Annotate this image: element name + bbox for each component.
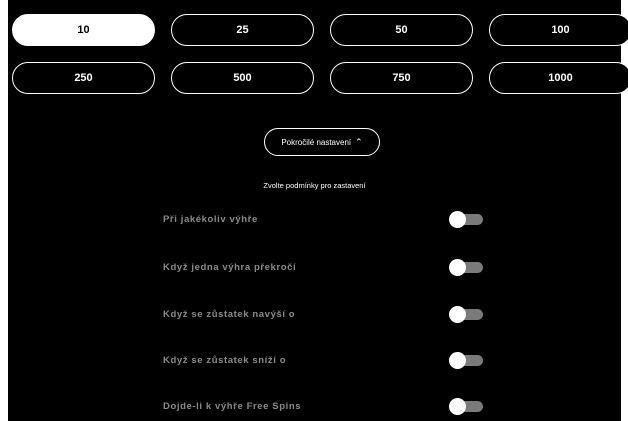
condition-row-balance-increases: Když se zůstatek navýší o xyxy=(163,306,493,326)
toggle-knob xyxy=(449,352,466,369)
toggle-knob xyxy=(449,259,466,276)
amount-option-1000[interactable]: 1000 xyxy=(489,62,628,94)
condition-toggle-balance-decreases[interactable] xyxy=(449,352,483,369)
amount-option-750[interactable]: 750 xyxy=(330,62,473,94)
condition-row-any-win: Při jakékoliv výhře xyxy=(163,211,493,231)
condition-toggle-any-win[interactable] xyxy=(449,211,483,228)
amount-grid: 10 25 50 100 250 500 750 1000 xyxy=(12,14,628,110)
condition-label: Při jakékoliv výhře xyxy=(163,214,258,225)
chevron-up-icon: ⌃ xyxy=(355,136,363,147)
amount-option-250[interactable]: 250 xyxy=(12,62,155,94)
amount-row-1: 10 25 50 100 xyxy=(12,14,628,48)
amount-row-2: 250 500 750 1000 xyxy=(12,62,628,96)
amount-option-100[interactable]: 100 xyxy=(489,14,628,46)
condition-label: Dojde-li k výhře Free Spins xyxy=(163,401,302,412)
amount-option-10[interactable]: 10 xyxy=(12,14,155,46)
condition-row-single-win-exceeds: Když jedna výhra překročí xyxy=(163,259,493,279)
condition-toggle-single-win-exceeds[interactable] xyxy=(449,259,483,276)
toggle-knob xyxy=(449,398,466,415)
condition-row-balance-decreases: Když se zůstatek sníží o xyxy=(163,352,493,372)
condition-row-free-spins-win: Dojde-li k výhře Free Spins xyxy=(163,398,493,418)
amount-option-25[interactable]: 25 xyxy=(171,14,314,46)
autoplay-panel: 10 25 50 100 250 500 750 1000 Pokročilé … xyxy=(8,0,628,421)
condition-toggle-free-spins-win[interactable] xyxy=(449,398,483,415)
amount-option-50[interactable]: 50 xyxy=(330,14,473,46)
condition-label: Když se zůstatek navýší o xyxy=(163,309,296,320)
toggle-knob xyxy=(449,306,466,323)
amount-option-500[interactable]: 500 xyxy=(171,62,314,94)
condition-label: Když se zůstatek sníží o xyxy=(163,355,287,366)
advanced-settings-label: Pokročilé nastavení xyxy=(281,137,352,147)
condition-label: Když jedna výhra překročí xyxy=(163,262,297,273)
stop-conditions-title: Zvolte podmínky pro zastavení xyxy=(263,181,366,190)
condition-toggle-balance-increases[interactable] xyxy=(449,306,483,323)
advanced-settings-button[interactable]: Pokročilé nastavení ⌃ xyxy=(264,128,380,156)
toggle-knob xyxy=(449,211,466,228)
